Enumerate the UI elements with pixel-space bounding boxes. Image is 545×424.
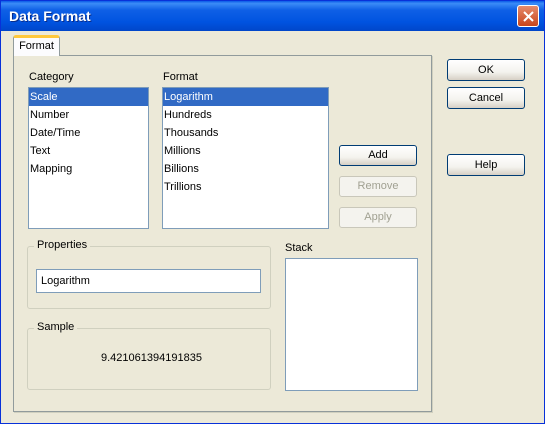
close-icon (523, 11, 534, 22)
dialog-window: Data Format Format Category Scale Number… (0, 0, 545, 424)
properties-legend: Properties (34, 239, 91, 251)
format-item[interactable]: Billions (163, 160, 328, 178)
format-item[interactable]: Hundreds (163, 106, 328, 124)
apply-button[interactable]: Apply (339, 207, 417, 228)
stack-label: Stack (285, 242, 313, 254)
properties-input[interactable]: Logarithm (36, 269, 261, 293)
format-item[interactable]: Trillions (163, 178, 328, 196)
add-button[interactable]: Add (339, 145, 417, 166)
help-button[interactable]: Help (447, 154, 525, 176)
remove-button[interactable]: Remove (339, 176, 417, 197)
sample-legend: Sample (34, 321, 78, 333)
category-label: Category (29, 71, 74, 83)
format-listbox[interactable]: Logarithm Hundreds Thousands Millions Bi… (162, 87, 329, 229)
format-item[interactable]: Logarithm (163, 88, 328, 106)
format-item[interactable]: Millions (163, 142, 328, 160)
stack-listbox[interactable] (285, 258, 418, 391)
category-item[interactable]: Mapping (29, 160, 148, 178)
close-button[interactable] (517, 5, 539, 27)
cancel-button[interactable]: Cancel (447, 87, 525, 109)
window-title: Data Format (9, 8, 91, 24)
format-label: Format (163, 71, 198, 83)
category-listbox[interactable]: Scale Number Date/Time Text Mapping (28, 87, 149, 229)
category-item[interactable]: Number (29, 106, 148, 124)
ok-button[interactable]: OK (447, 59, 525, 81)
title-bar[interactable]: Data Format (1, 1, 544, 31)
category-item[interactable]: Date/Time (29, 124, 148, 142)
tab-format[interactable]: Format (13, 35, 60, 56)
category-item[interactable]: Scale (29, 88, 148, 106)
sample-value: 9.421061394191835 (101, 352, 202, 364)
category-item[interactable]: Text (29, 142, 148, 160)
format-item[interactable]: Thousands (163, 124, 328, 142)
